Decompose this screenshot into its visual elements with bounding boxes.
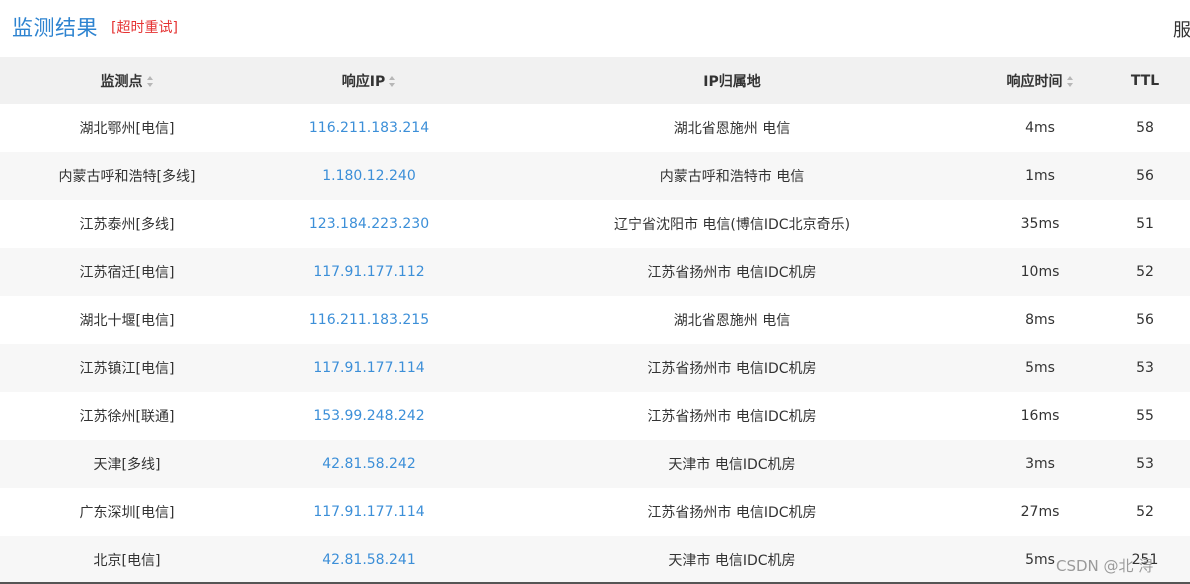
column-header-label: IP归属地 xyxy=(703,73,761,90)
cell-ip-location: 江苏省扬州市 电信IDC机房 xyxy=(484,248,980,296)
ip-link[interactable]: 117.91.177.112 xyxy=(313,264,424,280)
cell-response-time: 27ms xyxy=(1020,504,1060,520)
cell-response-time: 35ms xyxy=(1020,216,1060,232)
cell-monitor-point: 内蒙古呼和浩特[多线] xyxy=(0,152,254,200)
cell-ttl: 52 xyxy=(1100,248,1190,296)
column-header-response-ip[interactable]: 响应IP xyxy=(254,57,484,104)
cell-monitor-point: 江苏泰州[多线] xyxy=(79,217,175,233)
cell-response-time: 4ms xyxy=(1025,120,1055,136)
cell-response-ip: 117.91.177.114 xyxy=(254,488,484,536)
cell-ttl: 55 xyxy=(1136,408,1154,424)
cell-response-ip: 1.180.12.240 xyxy=(254,152,484,200)
cell-monitor-point: 广东深圳[电信] xyxy=(79,505,175,521)
csdn-watermark: CSDN @北 浔 xyxy=(1056,557,1154,575)
cell-ip-location: 天津市 电信IDC机房 xyxy=(484,440,980,488)
cell-ttl: 52 xyxy=(1136,504,1154,520)
cell-monitor-point: 江苏徐州[联通] xyxy=(79,409,175,425)
column-header-label: 监测点 xyxy=(100,73,143,90)
results-table: 监测点 响应IP IP归属地 响应时间 TTL 湖北鄂州[电信] 116.211… xyxy=(0,57,1190,584)
cell-ip-location: 内蒙古呼和浩特市 电信 xyxy=(484,152,980,200)
cell-ip-location: 江苏省扬州市 电信IDC机房 xyxy=(647,409,817,425)
ip-link[interactable]: 116.211.183.214 xyxy=(309,120,429,136)
cell-ip-location: 辽宁省沈阳市 电信(博信IDC北京奇乐) xyxy=(613,217,851,233)
ip-link[interactable]: 123.184.223.230 xyxy=(309,216,429,232)
table-row: 江苏宿迁[电信] 117.91.177.112 江苏省扬州市 电信IDC机房 1… xyxy=(0,248,1190,296)
column-header-label: 响应时间 xyxy=(1006,73,1063,90)
column-header-response-time[interactable]: 响应时间 xyxy=(980,57,1100,104)
cell-response-ip: 117.91.177.112 xyxy=(254,248,484,296)
table-row: 广东深圳[电信] 117.91.177.114 江苏省扬州市 电信IDC机房 2… xyxy=(0,488,1190,536)
cell-response-time: 16ms xyxy=(1020,408,1060,424)
cell-response-ip: 116.211.183.214 xyxy=(254,104,484,152)
timeout-retry-link[interactable]: [超时重试] xyxy=(111,17,178,37)
cell-ip-location: 湖北省恩施州 电信 xyxy=(673,313,791,329)
sort-icon[interactable] xyxy=(1066,76,1074,87)
column-header-ttl: TTL xyxy=(1100,57,1190,104)
table-row: 江苏徐州[联通] 153.99.248.242 江苏省扬州市 电信IDC机房 1… xyxy=(0,392,1190,440)
cell-response-ip: 42.81.58.242 xyxy=(254,440,484,488)
page-title: 监测结果 xyxy=(12,16,98,40)
cell-response-ip: 117.91.177.114 xyxy=(254,344,484,392)
cell-ip-location: 天津市 电信IDC机房 xyxy=(484,536,980,584)
ip-link[interactable]: 1.180.12.240 xyxy=(322,168,416,184)
table-row: 湖北鄂州[电信] 116.211.183.214 湖北省恩施州 电信 4ms 5… xyxy=(0,104,1190,152)
column-header-ip-location: IP归属地 xyxy=(484,57,980,104)
ip-link[interactable]: 42.81.58.242 xyxy=(322,456,416,472)
cell-monitor-point: 江苏宿迁[电信] xyxy=(0,248,254,296)
cell-ttl: 56 xyxy=(1100,152,1190,200)
cell-ttl: 51 xyxy=(1136,216,1154,232)
cell-response-ip: 116.211.183.215 xyxy=(254,296,484,344)
cell-ip-location: 江苏省扬州市 电信IDC机房 xyxy=(647,505,817,521)
column-header-monitor-point[interactable]: 监测点 xyxy=(0,57,254,104)
cell-ip-location: 湖北省恩施州 电信 xyxy=(673,121,791,137)
column-header-label: TTL xyxy=(1130,72,1160,89)
ip-link[interactable]: 116.211.183.215 xyxy=(309,312,429,328)
cell-monitor-point: 天津[多线] xyxy=(0,440,254,488)
cell-response-time: 1ms xyxy=(980,152,1100,200)
truncated-header-text: 服 xyxy=(1173,20,1190,41)
cell-ttl: 56 xyxy=(1136,312,1154,328)
ip-link[interactable]: 42.81.58.241 xyxy=(322,552,416,568)
sort-icon[interactable] xyxy=(146,76,154,87)
results-header: 监测结果 [超时重试] 服 xyxy=(0,0,1190,56)
sort-icon[interactable] xyxy=(389,76,396,87)
cell-ttl: 58 xyxy=(1136,120,1154,136)
ip-link[interactable]: 153.99.248.242 xyxy=(313,408,424,424)
ip-link[interactable]: 117.91.177.114 xyxy=(313,360,424,376)
cell-response-ip: 123.184.223.230 xyxy=(254,200,484,248)
cell-ip-location: 江苏省扬州市 电信IDC机房 xyxy=(484,344,980,392)
table-row: 江苏镇江[电信] 117.91.177.114 江苏省扬州市 电信IDC机房 5… xyxy=(0,344,1190,392)
cell-monitor-point: 江苏镇江[电信] xyxy=(0,344,254,392)
ip-link[interactable]: 117.91.177.114 xyxy=(313,504,424,520)
cell-response-time: 5ms xyxy=(980,344,1100,392)
cell-response-time: 3ms xyxy=(980,440,1100,488)
table-header-row: 监测点 响应IP IP归属地 响应时间 TTL xyxy=(0,57,1190,104)
cell-response-ip: 153.99.248.242 xyxy=(254,392,484,440)
cell-response-time: 10ms xyxy=(980,248,1100,296)
table-row: 内蒙古呼和浩特[多线] 1.180.12.240 内蒙古呼和浩特市 电信 1ms… xyxy=(0,152,1190,200)
cell-ttl: 53 xyxy=(1100,344,1190,392)
cell-response-ip: 42.81.58.241 xyxy=(254,536,484,584)
column-header-label: 响应IP xyxy=(341,73,386,90)
table-row: 天津[多线] 42.81.58.242 天津市 电信IDC机房 3ms 53 xyxy=(0,440,1190,488)
cell-monitor-point: 北京[电信] xyxy=(0,536,254,584)
cell-monitor-point: 湖北鄂州[电信] xyxy=(79,121,175,137)
table-row: 湖北十堰[电信] 116.211.183.215 湖北省恩施州 电信 8ms 5… xyxy=(0,296,1190,344)
table-row: 北京[电信] 42.81.58.241 天津市 电信IDC机房 5ms 251 xyxy=(0,536,1190,584)
cell-response-time: 8ms xyxy=(1025,312,1055,328)
cell-ttl: 53 xyxy=(1100,440,1190,488)
cell-monitor-point: 湖北十堰[电信] xyxy=(79,313,175,329)
table-row: 江苏泰州[多线] 123.184.223.230 辽宁省沈阳市 电信(博信IDC… xyxy=(0,200,1190,248)
